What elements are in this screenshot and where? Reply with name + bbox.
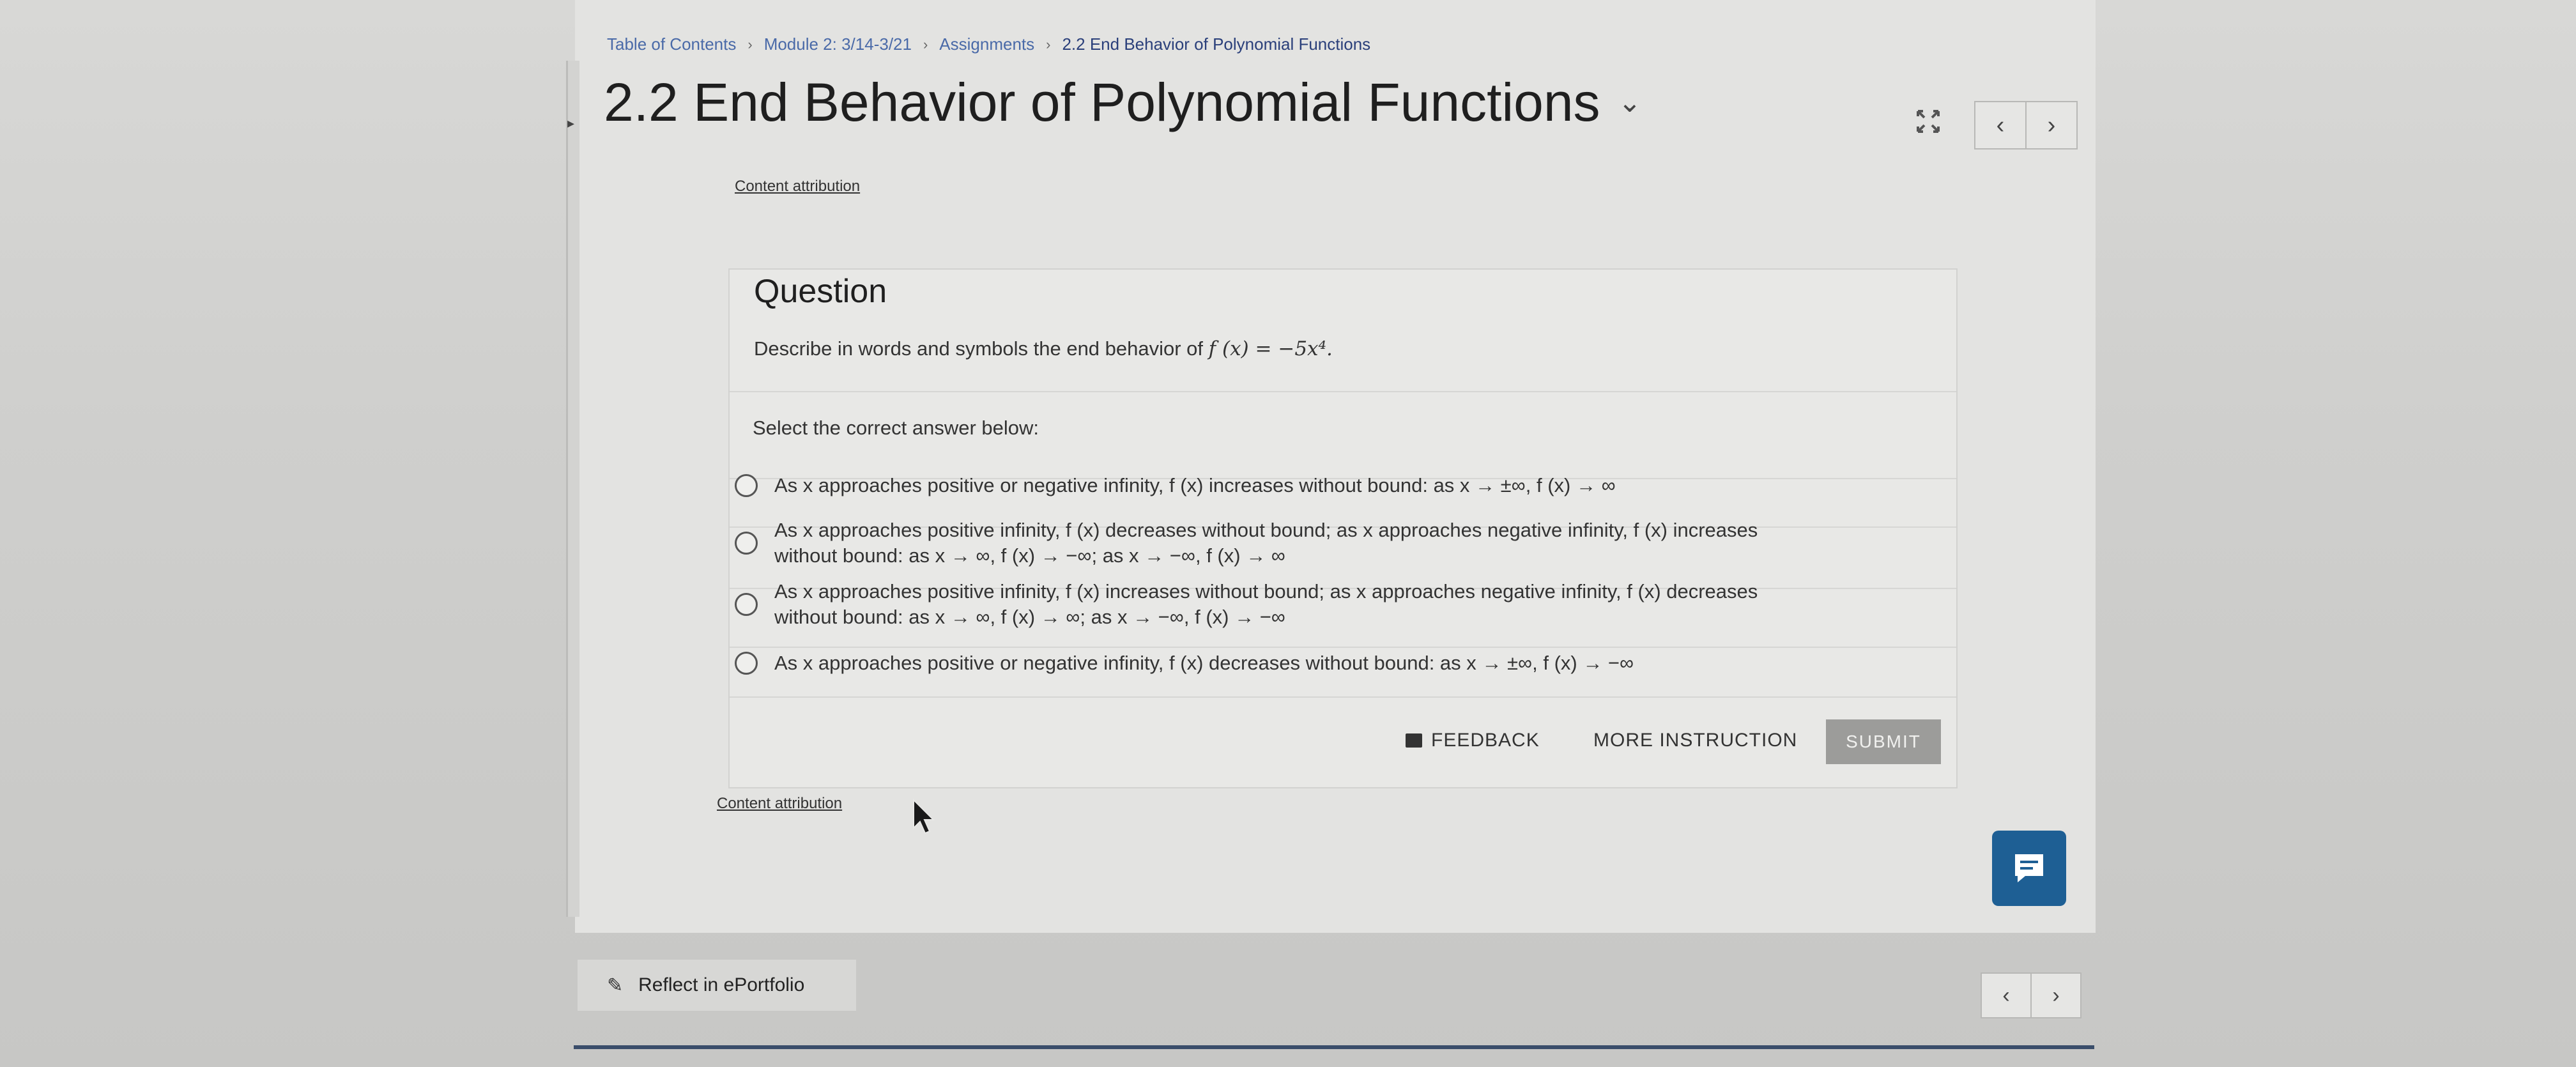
chevron-right-icon: › <box>2052 983 2060 1008</box>
answer-option-2[interactable]: As x approaches positive infinity, f (x)… <box>735 518 1936 569</box>
breadcrumb-current[interactable]: 2.2 End Behavior of Polynomial Functions <box>1062 35 1370 54</box>
chat-icon <box>2015 854 2043 882</box>
chat-button[interactable] <box>1992 831 2066 906</box>
answer-option-2-line-1: As x approaches positive infinity, f (x)… <box>774 519 1758 541</box>
expand-arrow-icon[interactable]: ▸ <box>567 115 574 132</box>
radio-button[interactable] <box>735 532 758 555</box>
breadcrumb-module[interactable]: Module 2: 3/14-3/21 <box>764 35 912 54</box>
answer-option-4-text: As x approaches positive or negative inf… <box>774 650 1634 676</box>
eportfolio-icon: ✎ <box>607 974 624 996</box>
breadcrumb-separator-icon: › <box>923 36 928 52</box>
question-heading: Question <box>754 273 887 310</box>
answer-option-2-line-2: without bound: as x → ∞, f (x) → −∞; as … <box>774 544 1285 567</box>
breadcrumb-assignments[interactable]: Assignments <box>939 35 1034 54</box>
answer-option-2-text: As x approaches positive infinity, f (x)… <box>774 518 1758 569</box>
answer-option-1-text: As x approaches positive or negative inf… <box>774 473 1616 498</box>
top-topic-nav: ‹ › <box>1974 101 2078 150</box>
breadcrumb-separator-icon: › <box>747 36 753 52</box>
title-row: 2.2 End Behavior of Polynomial Functions… <box>604 72 1641 134</box>
answer-option-1-line-1: As x approaches positive or negative inf… <box>774 474 1616 496</box>
bottom-topic-nav: ‹ › <box>1981 972 2082 1018</box>
mouse-cursor-icon <box>913 799 935 834</box>
answer-option-1[interactable]: As x approaches positive or negative inf… <box>735 473 1936 498</box>
content-attribution-link[interactable]: Content attribution <box>717 795 842 813</box>
answer-option-3[interactable]: As x approaches positive infinity, f (x)… <box>735 579 1936 630</box>
chevron-left-icon: ‹ <box>1996 111 2005 139</box>
breadcrumb-table-of-contents[interactable]: Table of Contents <box>607 35 736 54</box>
question-prompt: Describe in words and symbols the end be… <box>754 337 1333 360</box>
more-instruction-button[interactable]: MORE INSTRUCTION <box>1593 730 1797 751</box>
feedback-button[interactable]: FEEDBACK <box>1406 730 1540 751</box>
page-title: 2.2 End Behavior of Polynomial Functions <box>604 72 1600 132</box>
chevron-left-icon: ‹ <box>2002 983 2010 1008</box>
next-topic-button[interactable]: › <box>2032 972 2082 1018</box>
side-panel-toggle[interactable] <box>566 61 579 917</box>
chevron-down-icon[interactable]: ⌄ <box>1618 86 1642 119</box>
answer-option-3-text: As x approaches positive infinity, f (x)… <box>774 579 1758 630</box>
chevron-right-icon: › <box>2047 111 2056 139</box>
question-prompt-text: Describe in words and symbols the end be… <box>754 337 1209 360</box>
divider <box>730 647 1956 648</box>
bottom-divider <box>574 1045 2094 1049</box>
breadcrumb: Table of Contents › Module 2: 3/14-3/21 … <box>607 35 1370 54</box>
answer-option-4-line-1: As x approaches positive or negative inf… <box>774 652 1634 674</box>
reflect-label: Reflect in ePortfolio <box>638 974 805 995</box>
fullscreen-icon[interactable] <box>1915 109 1941 134</box>
previous-topic-button[interactable]: ‹ <box>1981 972 2032 1018</box>
breadcrumb-separator-icon: › <box>1046 36 1051 52</box>
question-card: Question Describe in words and symbols t… <box>728 268 1958 788</box>
feedback-icon <box>1406 733 1422 748</box>
previous-topic-button[interactable]: ‹ <box>1974 101 2027 150</box>
content-attribution-link[interactable]: Content attribution <box>735 178 860 196</box>
answer-option-3-line-2: without bound: as x → ∞, f (x) → ∞; as x… <box>774 606 1285 628</box>
radio-button[interactable] <box>735 593 758 616</box>
submit-button[interactable]: SUBMIT <box>1826 719 1941 764</box>
divider <box>730 696 1956 698</box>
divider <box>730 391 1956 392</box>
question-prompt-math: f (x) = −5x⁴. <box>1208 337 1333 360</box>
select-answer-label: Select the correct answer below: <box>753 417 1039 439</box>
feedback-label: FEEDBACK <box>1431 730 1540 751</box>
next-topic-button[interactable]: › <box>2027 101 2078 150</box>
radio-button[interactable] <box>735 652 758 675</box>
reflect-eportfolio-button[interactable]: ✎ Reflect in ePortfolio <box>576 958 857 1012</box>
answer-option-3-line-1: As x approaches positive infinity, f (x)… <box>774 580 1758 603</box>
radio-button[interactable] <box>735 474 758 497</box>
answer-option-4[interactable]: As x approaches positive or negative inf… <box>735 650 1936 676</box>
